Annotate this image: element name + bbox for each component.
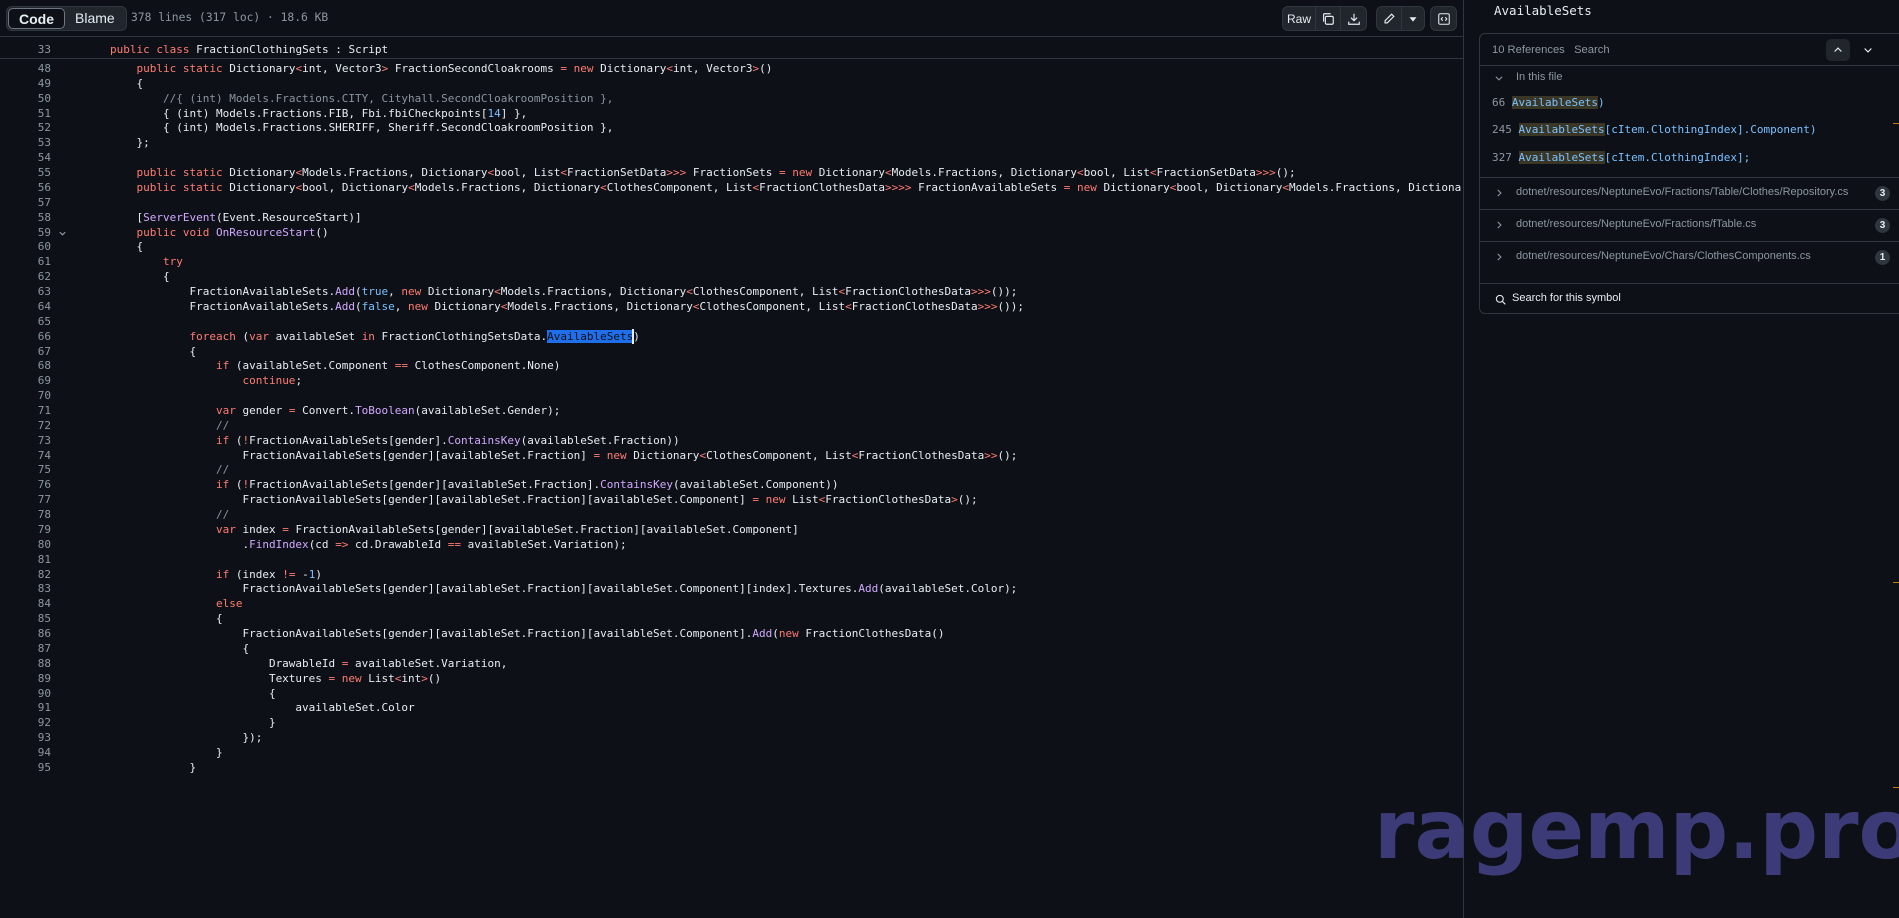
chevron-down-icon [1864, 48, 1872, 53]
line-number[interactable]: 33 [0, 41, 51, 59]
symbol-title: AvailableSets [1494, 3, 1592, 18]
reference-text: AvailableSets[cItem.ClothingIndex].Compo… [1518, 123, 1817, 137]
symbols-panel-icon [1437, 12, 1450, 25]
caret-down-icon [1409, 16, 1417, 22]
edit-button[interactable] [1377, 7, 1402, 30]
fold-chevron-icon[interactable] [58, 229, 67, 238]
previous-reference-button[interactable] [1826, 39, 1850, 61]
reference-file-path: dotnet/resources/NeptuneEvo/Chars/Clothe… [1516, 250, 1811, 262]
reference-item[interactable]: 245 AvailableSets[cItem.ClothingIndex].C… [1492, 121, 1817, 139]
code-line: public class FractionClothingSets : Scri… [110, 43, 389, 56]
raw-button[interactable]: Raw [1283, 7, 1316, 30]
references-count: 10 References Search [1492, 44, 1610, 56]
reference-file-row[interactable]: dotnet/resources/NeptuneEvo/Fractions/Ta… [1480, 177, 1899, 208]
line-number[interactable]: 95 [0, 759, 51, 777]
reference-item[interactable]: 66 AvailableSets) [1492, 94, 1605, 112]
code-tab[interactable]: Code [8, 8, 65, 29]
next-reference-button[interactable] [1856, 39, 1880, 61]
in-this-file-label: In this file [1516, 71, 1563, 83]
symbols-panel-toggle [1430, 6, 1457, 31]
code-viewer[interactable]: 48 public static Dictionary<int, Vector3… [0, 60, 1463, 918]
chevron-up-icon [1834, 47, 1842, 52]
references-count-label: 10 References [1492, 44, 1565, 56]
chevron-right-icon [1497, 221, 1502, 229]
reference-file-path: dotnet/resources/NeptuneEvo/Fractions/fT… [1516, 218, 1757, 230]
blame-tab[interactable]: Blame [65, 8, 125, 29]
file-toolbar: Code Blame 378 lines (317 loc) · 18.6 KB… [0, 0, 1463, 37]
symbols-pane: AvailableSets 10 References Search In th… [1464, 0, 1899, 918]
reference-text: AvailableSets[cItem.ClothingIndex]; [1518, 150, 1751, 164]
references-box: 10 References Search In this file 66 Ava… [1479, 33, 1899, 314]
reference-count-badge: 1 [1875, 250, 1890, 265]
reference-text: AvailableSets) [1511, 96, 1605, 109]
reference-file-row[interactable]: dotnet/resources/NeptuneEvo/Fractions/fT… [1480, 209, 1899, 240]
reference-line-number: 245 [1492, 123, 1512, 137]
chevron-down-icon [1495, 76, 1503, 81]
reference-count-badge: 3 [1875, 186, 1890, 201]
references-header: 10 References Search [1480, 34, 1899, 66]
references-search-label[interactable]: Search [1574, 44, 1609, 56]
sticky-scope-header: 33 public class FractionClothingSets : S… [0, 37, 1463, 59]
reference-file-row[interactable]: dotnet/resources/NeptuneEvo/Chars/Clothe… [1480, 241, 1899, 272]
reference-item[interactable]: 327 AvailableSets[cItem.ClothingIndex]; [1492, 149, 1750, 167]
watermark: ragemp.pro [1374, 783, 1899, 878]
edit-dropdown-button[interactable] [1402, 7, 1424, 30]
chevron-right-icon [1497, 253, 1502, 261]
copy-icon [1323, 12, 1334, 25]
download-button[interactable] [1341, 7, 1366, 30]
reference-file-path: dotnet/resources/NeptuneEvo/Fractions/Ta… [1516, 186, 1849, 198]
symbols-panel-button[interactable] [1431, 7, 1456, 30]
file-actions: Raw [1282, 6, 1367, 31]
chevron-right-icon [1497, 189, 1502, 197]
search-icon [1495, 294, 1506, 305]
reference-line-number: 327 [1492, 150, 1512, 164]
reference-count-badge: 3 [1875, 218, 1890, 233]
scroll-marker [1893, 123, 1899, 124]
search-for-symbol-button[interactable]: Search for this symbol [1480, 283, 1899, 313]
search-for-symbol-label: Search for this symbol [1512, 292, 1621, 304]
view-mode-toggle: Code Blame [6, 6, 127, 31]
scroll-marker [1893, 582, 1899, 583]
reference-line-number: 66 [1492, 96, 1506, 109]
pencil-icon [1384, 12, 1395, 24]
in-this-file-toggle[interactable]: In this file [1480, 69, 1899, 87]
download-icon [1347, 13, 1360, 25]
copy-button[interactable] [1316, 7, 1341, 30]
code-line: } [110, 760, 197, 774]
code-row: 95 } [0, 759, 1463, 777]
edit-actions [1376, 6, 1425, 31]
selected-symbol: AvailableSets [547, 329, 634, 343]
file-meta: 378 lines (317 loc) · 18.6 KB [131, 11, 329, 24]
